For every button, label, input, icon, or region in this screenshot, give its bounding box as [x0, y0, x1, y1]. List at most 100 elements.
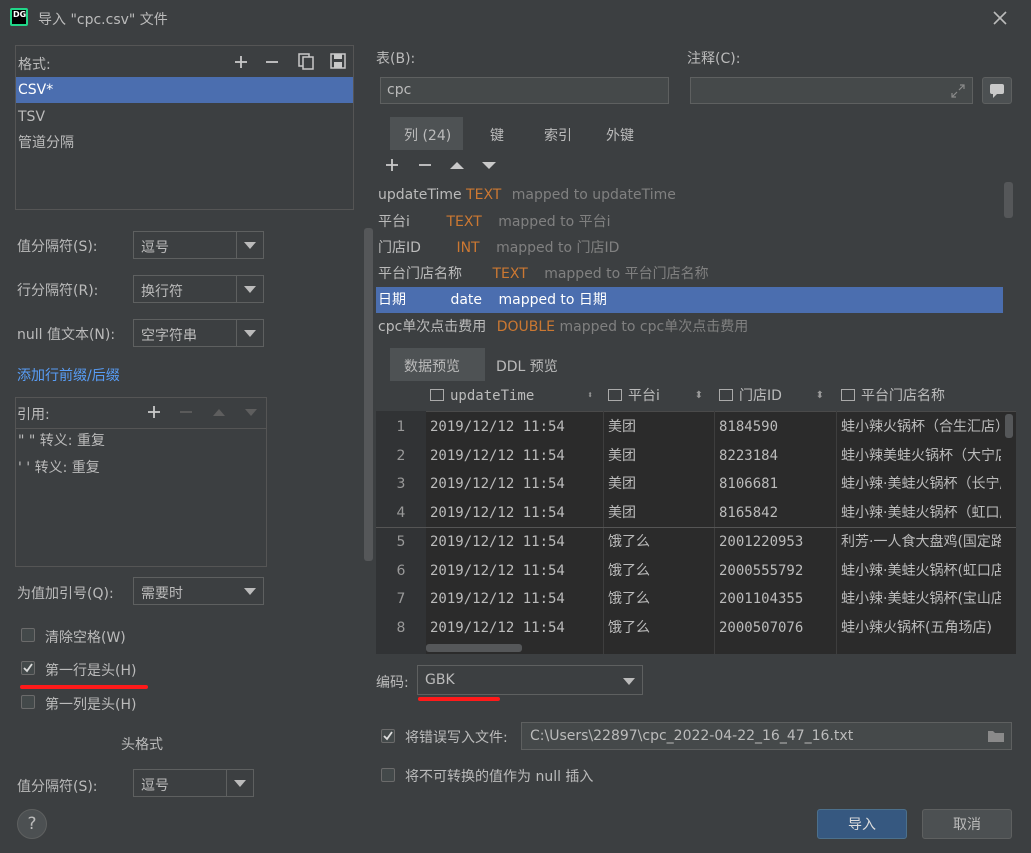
sort-icon[interactable]: ⬍ [695, 382, 703, 410]
left-scrollbar[interactable] [364, 228, 373, 561]
table-row[interactable]: 8 2019/12/12 11:54 饿了么 2000507076 蛙小辣火锅杯(五角场… [376, 614, 1016, 642]
cell-platform[interactable]: 饿了么 [608, 585, 712, 613]
cell-store-id[interactable]: 8223184 [719, 442, 833, 470]
format-item-tsv[interactable]: TSV [16, 104, 353, 130]
column-row[interactable]: 平台门店名称 TEXT mapped to 平台门店名称 [378, 261, 709, 287]
cell-store-name[interactable]: 蛙小辣·美蛙火锅杯（长宁店） [841, 470, 1001, 498]
trim-spaces-checkbox[interactable] [21, 628, 35, 642]
table-row[interactable]: 1 2019/12/12 11:54 美团 8184590 蛙小辣火锅杯（合生汇店） [376, 413, 1016, 441]
cell-update-time[interactable]: 2019/12/12 11:54 [430, 470, 602, 498]
first-row-header-label[interactable]: 第一行是头(H) [45, 660, 136, 680]
cell-platform[interactable]: 美团 [608, 470, 712, 498]
null-insert-checkbox[interactable] [381, 768, 395, 782]
write-errors-checkbox[interactable] [381, 729, 395, 743]
cell-store-id[interactable]: 8184590 [719, 413, 833, 441]
comment-bubble-button[interactable] [982, 77, 1012, 104]
row-number[interactable]: 3 [376, 470, 426, 498]
cell-platform[interactable]: 饿了么 [608, 557, 712, 585]
cell-platform[interactable]: 饿了么 [608, 614, 712, 642]
cell-platform[interactable]: 美团 [608, 442, 712, 470]
cell-update-time[interactable]: 2019/12/12 11:54 [430, 557, 602, 585]
sort-icon[interactable]: ⬍ [587, 382, 593, 410]
cell-store-name[interactable]: 蛙小辣·美蛙火锅杯(虹口店) [841, 557, 1001, 585]
column-row[interactable]: 平台i TEXT mapped to 平台i [378, 209, 611, 235]
column-row-selected[interactable]: 日期 date mapped to 日期 [376, 287, 1003, 313]
cell-store-id[interactable]: 8165842 [719, 499, 833, 527]
help-button[interactable]: ? [17, 809, 47, 839]
row-number[interactable]: 7 [376, 585, 426, 613]
column-row[interactable]: cpc单次点击费用 DOUBLE mapped to cpc单次点击费用 [378, 314, 748, 340]
cell-store-id[interactable]: 2000507076 [719, 614, 833, 642]
header-value-separator-select[interactable]: 逗号 [133, 769, 254, 797]
cell-store-id[interactable]: 2001104355 [719, 585, 833, 613]
row-number[interactable]: 1 [376, 413, 426, 441]
value-separator-select[interactable]: 逗号 [133, 231, 264, 259]
grid-header-cell[interactable]: 平台i ⬍ [608, 382, 711, 410]
cell-store-id[interactable]: 2000555792 [719, 557, 833, 585]
table-row[interactable]: 42019/12/12 11:54美团8165842 蛙小辣·美蛙火锅杯（虹口店） [376, 499, 1016, 529]
cell-update-time[interactable]: 2019/12/12 11:54 [430, 528, 602, 556]
add-prefix-suffix-link[interactable]: 添加行前缀/后缀 [17, 365, 120, 385]
add-quote-button[interactable] [145, 403, 163, 421]
table-name-input[interactable]: cpc [380, 77, 669, 104]
columns-scrollbar[interactable] [1004, 182, 1013, 218]
encoding-select[interactable]: GBK [417, 665, 643, 695]
cell-update-time[interactable]: 2019/12/12 11:54 [430, 442, 602, 470]
move-down-icon[interactable] [242, 403, 260, 421]
quote-item[interactable]: " " 转义: 重复 [16, 428, 266, 454]
cell-store-name[interactable]: 蛙小辣·美蛙火锅杯(宝山店) [841, 585, 1001, 613]
format-item-pipe[interactable]: 管道分隔 [16, 130, 353, 156]
cell-store-name[interactable]: 蛙小辣火锅杯(五角场店) [841, 614, 1001, 642]
grid-header-cell[interactable]: 门店ID ⬍ [719, 382, 832, 410]
sort-icon[interactable]: ⬍ [816, 382, 824, 410]
write-errors-label[interactable]: 将错误写入文件: [405, 727, 508, 747]
table-row[interactable]: 32019/12/12 11:54美团8106681 蛙小辣·美蛙火锅杯（长宁店） [376, 470, 1016, 498]
quote-item[interactable]: ' ' 转义: 重复 [16, 455, 266, 481]
format-item-csv[interactable]: CSV* [16, 77, 353, 103]
first-col-header-checkbox[interactable] [21, 695, 35, 709]
cell-store-id[interactable]: 2001220953 [719, 528, 833, 556]
null-insert-label[interactable]: 将不可转换的值作为 null 插入 [405, 766, 593, 786]
add-column-button[interactable] [383, 156, 401, 174]
move-up-icon[interactable] [210, 403, 228, 421]
cell-store-id[interactable]: 8106681 [719, 470, 833, 498]
first-row-header-checkbox[interactable] [21, 661, 35, 675]
cell-store-name[interactable]: 蛙小辣·美蛙火锅杯（虹口店） [841, 499, 1001, 527]
cell-update-time[interactable]: 2019/12/12 11:54 [430, 413, 602, 441]
remove-format-button[interactable] [263, 53, 281, 71]
copy-format-button[interactable] [297, 52, 315, 70]
trim-spaces-label[interactable]: 清除空格(W) [45, 627, 126, 647]
column-row[interactable]: 门店ID INT mapped to 门店ID [378, 235, 619, 261]
cell-store-name[interactable]: 利芳·一人食大盘鸡(国定路店) [841, 528, 1001, 556]
comment-input[interactable] [690, 77, 973, 104]
row-separator-select[interactable]: 换行符 [133, 275, 264, 303]
row-number[interactable]: 6 [376, 557, 426, 585]
cancel-button[interactable]: 取消 [922, 809, 1012, 839]
grid-horizontal-scrollbar[interactable] [426, 644, 522, 652]
cell-store-name[interactable]: 蛙小辣火锅杯（合生汇店） [841, 413, 1001, 441]
close-icon[interactable] [990, 8, 1010, 28]
grid-header-cell[interactable]: updateTime ⬍ [430, 382, 601, 410]
add-format-button[interactable] [232, 53, 250, 71]
save-format-icon[interactable] [329, 52, 347, 70]
table-row[interactable]: 22019/12/12 11:54美团8223184 蛙小辣美蛙火锅杯（大宁店） [376, 442, 1016, 470]
move-up-icon[interactable] [448, 156, 466, 174]
row-number[interactable]: 2 [376, 442, 426, 470]
cell-store-name[interactable]: 蛙小辣美蛙火锅杯（大宁店） [841, 442, 1001, 470]
cell-platform[interactable]: 饿了么 [608, 528, 712, 556]
tab-columns[interactable]: 列 (24) [390, 117, 463, 150]
table-row[interactable]: 7 2019/12/12 11:54 饿了么 2001104355 蛙小辣·美蛙火锅杯(… [376, 585, 1016, 613]
expand-icon[interactable] [950, 83, 966, 99]
row-number[interactable]: 5 [376, 528, 426, 556]
first-col-header-label[interactable]: 第一列是头(H) [45, 694, 136, 714]
row-number[interactable]: 8 [376, 614, 426, 642]
folder-icon[interactable] [987, 728, 1005, 744]
cell-update-time[interactable]: 2019/12/12 11:54 [430, 585, 602, 613]
remove-column-button[interactable] [416, 156, 434, 174]
tab-data-preview[interactable]: 数据预览 [390, 348, 485, 381]
cell-update-time[interactable]: 2019/12/12 11:54 [430, 614, 602, 642]
table-row[interactable]: 6 2019/12/12 11:54 饿了么 2000555792 蛙小辣·美蛙火锅杯(… [376, 557, 1016, 585]
table-row[interactable]: 5 2019/12/12 11:54 饿了么 2001220953 利芳·一人食大盘鸡(… [376, 528, 1016, 556]
column-row[interactable]: updateTime TEXT mapped to updateTime [378, 182, 676, 208]
row-number[interactable]: 4 [376, 499, 426, 527]
